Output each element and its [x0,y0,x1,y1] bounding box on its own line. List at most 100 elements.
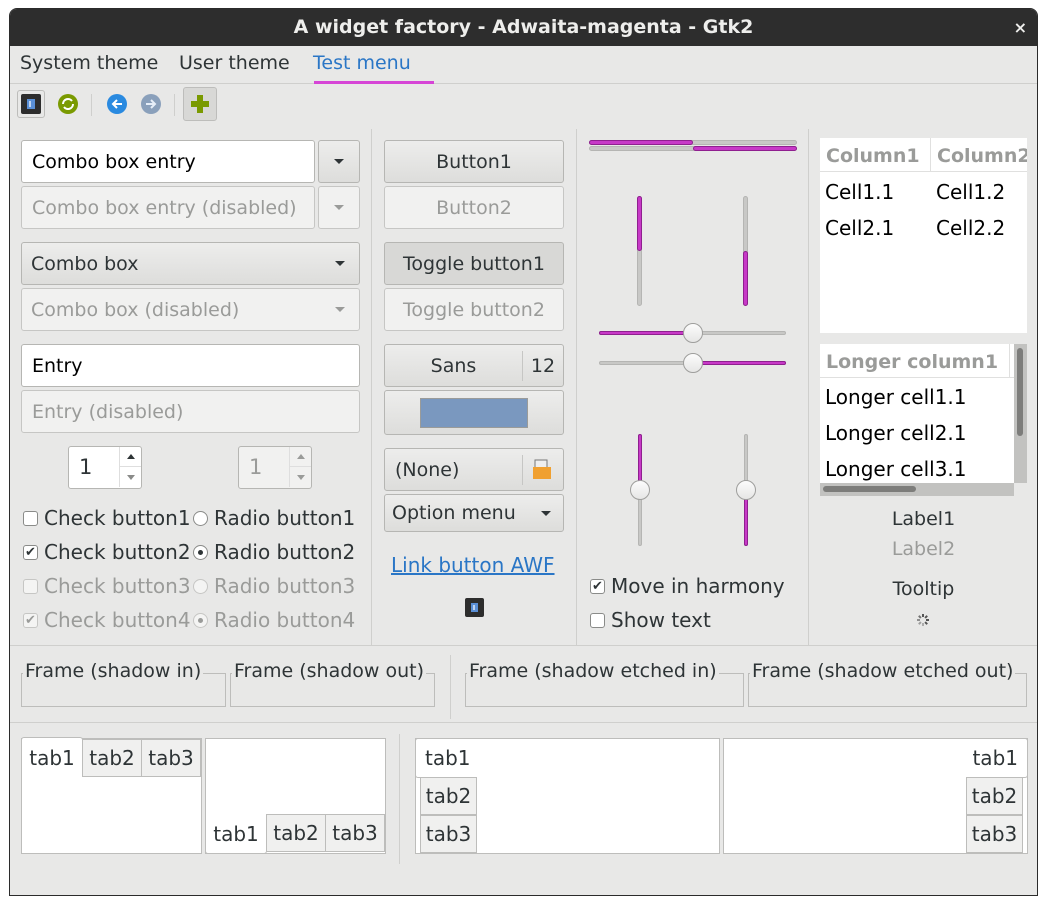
tooltip-label[interactable]: Tooltip [820,578,1027,600]
column-header[interactable]: Column2 [937,145,1027,167]
spin-decrement-button[interactable] [119,467,141,487]
show-text-check[interactable]: Show text [590,608,711,632]
titlebar: A widget factory - Adwaita-magenta - Gtk… [10,9,1037,46]
spin-button[interactable]: 1 [68,446,142,489]
column-header[interactable]: Longer column1 [826,351,998,373]
combo-box[interactable]: Combo box [21,242,360,285]
notebook-left-tab2[interactable]: tab2 [420,777,477,815]
tree-cell[interactable]: Cell2.2 [936,216,1005,240]
combo-box-disabled: Combo box (disabled) [21,288,360,331]
tree-cell[interactable]: Cell2.1 [825,216,894,240]
scrollbar-thumb[interactable] [823,486,916,492]
menu-system-theme[interactable]: System theme [18,52,160,74]
vscale-1-knob[interactable] [630,480,650,500]
check-button-3: Check button3 [23,574,191,598]
checkbox-checked-icon: ✔ [23,612,38,628]
notebook-right-tab2[interactable]: tab2 [966,777,1023,815]
vertical-scrollbar[interactable] [1014,344,1027,483]
toolbar-refresh-button[interactable] [54,90,82,118]
combo-box-entry-disabled-field: Combo box entry (disabled) [21,186,315,229]
chevron-down-icon [334,205,344,210]
column-separator [450,655,451,719]
tree-view-2[interactable]: Longer column1 Longer cell1.1 Longer cel… [820,344,1014,483]
frame-label: Frame (shadow etched in) [467,660,719,682]
toolbar-separator [91,94,92,116]
tree-cell[interactable]: Cell1.2 [936,180,1005,204]
entry-disabled-field: Entry (disabled) [21,390,360,433]
chevron-down-icon [541,510,551,516]
move-in-harmony-check[interactable]: ✔ Move in harmony [590,574,785,598]
color-button[interactable] [384,390,564,435]
column-separator [371,129,372,645]
label1: Label1 [891,508,956,530]
toolbar-application-button[interactable] [17,90,45,118]
toolbar-forward-button[interactable] [137,90,165,118]
hscale-2-fill [692,361,786,365]
file-chooser-value: (None) [395,458,460,481]
application-icon [21,94,41,114]
menubar: System theme User theme Test menu [10,46,1037,84]
radio-selected-icon [193,544,208,560]
spin-decrement-button-disabled [289,467,311,487]
hscale-2-knob[interactable] [682,353,703,373]
check-button-4: ✔ Check button4 [23,608,191,632]
radio-button-2[interactable]: Radio button2 [193,540,355,564]
notebook-right-tab3[interactable]: tab3 [966,815,1023,853]
toolbar-back-button[interactable] [103,90,131,118]
checkbox-unchecked-icon [23,510,38,526]
font-button[interactable]: Sans 12 [384,344,564,387]
tree-view-1[interactable]: Column1 Column2 Cell1.1 Cell1.2 Cell2.1 … [820,138,1027,333]
menu-test-menu[interactable]: Test menu [311,52,413,74]
menu-user-theme[interactable]: User theme [177,52,292,74]
notebook-top-tab1[interactable]: tab1 [21,737,83,777]
entry-value: Entry [32,354,83,377]
arrow-up-icon [126,454,135,459]
button1[interactable]: Button1 [384,140,564,183]
check-button-label: Move in harmony [611,574,785,598]
check-button-label: Check button1 [44,506,191,530]
column-header[interactable]: Column1 [826,145,920,167]
check-button-2[interactable]: ✔ Check button2 [23,540,191,564]
toolbar-separator [174,94,175,116]
scrollbar-thumb[interactable] [1017,348,1023,436]
tree-cell[interactable]: Longer cell3.1 [825,457,967,481]
entry-field[interactable]: Entry [21,344,360,387]
toggle-button1[interactable]: Toggle button1 [384,242,564,285]
column-separator [399,734,400,864]
check-button-1[interactable]: Check button1 [23,506,191,530]
combo-box-entry-dropdown-button[interactable] [318,140,360,183]
arrow-down-icon [126,474,135,480]
column-separator [808,129,809,645]
tree-cell[interactable]: Longer cell2.1 [825,421,967,445]
refresh-icon [58,94,78,114]
radio-button-1[interactable]: Radio button1 [193,506,355,530]
notebook-bottom-tab3[interactable]: tab3 [325,814,385,852]
close-icon[interactable]: × [1014,9,1027,46]
notebook-top-tab3[interactable]: tab3 [141,739,201,777]
option-menu[interactable]: Option menu [384,494,564,532]
window-title: A widget factory - Adwaita-magenta - Gtk… [293,16,754,38]
notebook-bottom-tab1[interactable]: tab1 [205,814,267,854]
combo-box-entry-field[interactable]: Combo box entry [21,140,315,183]
notebook-top-tab2[interactable]: tab2 [82,739,142,777]
toolbar-add-button[interactable] [183,87,217,121]
tree-cell[interactable]: Longer cell1.1 [825,385,967,409]
horizontal-scrollbar[interactable] [820,483,1014,496]
application-icon [465,598,484,617]
check-button-label: Check button3 [44,574,191,598]
spin-increment-button[interactable] [119,447,141,467]
vscale-2-knob[interactable] [736,480,756,500]
file-chooser-button[interactable]: (None) [384,448,564,491]
section-separator [10,722,1037,723]
radio-button-label: Radio button1 [214,506,356,530]
frame-label: Frame (shadow in) [23,660,204,682]
notebook-left-tab1[interactable]: tab1 [415,738,477,778]
link-button[interactable]: Link button AWF [391,553,555,577]
tree-cell[interactable]: Cell1.1 [825,180,894,204]
checkbox-unchecked-icon [23,578,38,594]
hscale-1-knob[interactable] [682,323,703,343]
notebook-bottom-tab2[interactable]: tab2 [266,814,326,852]
notebook-right-tab1[interactable]: tab1 [966,738,1028,778]
notebook-left-tab3[interactable]: tab3 [420,815,477,853]
frame-label: Frame (shadow etched out) [750,660,1016,682]
